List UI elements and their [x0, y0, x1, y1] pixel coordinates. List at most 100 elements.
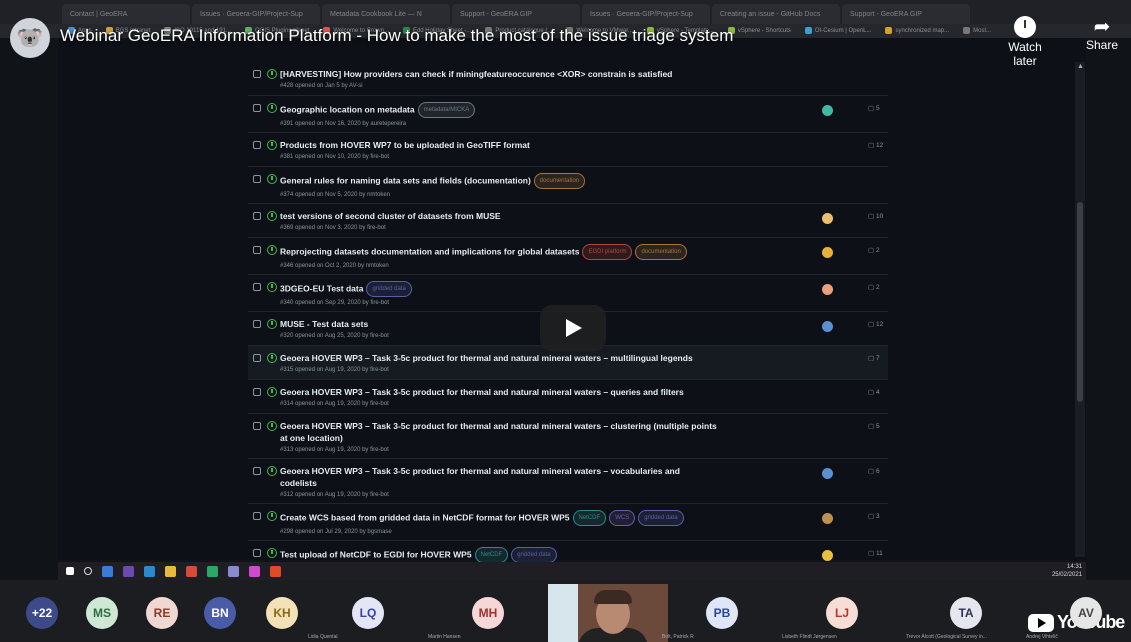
issue-label[interactable]: gridded data [511, 547, 557, 563]
browser-tab[interactable]: Support - GeoERA GIP [842, 4, 970, 24]
participant-avatar[interactable]: BN [204, 597, 236, 629]
channel-avatar[interactable]: 🐨 [10, 18, 50, 58]
issue-label[interactable]: NetCDF [572, 510, 607, 526]
issue-label[interactable]: documentation [635, 244, 687, 260]
issue-checkbox[interactable] [253, 549, 261, 557]
issue-checkbox[interactable] [253, 320, 261, 328]
issue-checkbox[interactable] [253, 104, 261, 112]
assignee-avatar[interactable] [822, 247, 833, 258]
issue-checkbox[interactable] [253, 212, 261, 220]
assignee-avatar[interactable] [822, 550, 833, 561]
issue-checkbox[interactable] [253, 388, 261, 396]
browser-tab[interactable]: Issues · Geoera-GIP/Project-Sup [582, 4, 710, 24]
issue-checkbox[interactable] [253, 141, 261, 149]
browser-tab[interactable]: Contact | GeoERA [62, 4, 190, 24]
participant-avatar[interactable]: +22 [26, 597, 58, 629]
participant-avatar[interactable]: MS [86, 597, 118, 629]
taskbar-app-icon[interactable] [270, 565, 281, 577]
folder-icon[interactable] [165, 565, 176, 577]
teams-icon[interactable] [123, 565, 134, 577]
taskbar-app-icon[interactable] [249, 565, 260, 577]
comment-count[interactable]: ▢ 5 [868, 104, 880, 112]
issue-title-link[interactable]: Create WCS based from gridded data in Ne… [280, 512, 570, 522]
issue-row[interactable]: Geoera HOVER WP3 – Task 3-5c product for… [248, 380, 888, 414]
browser-tab[interactable]: Metadata Cookbook Lite — N [322, 4, 450, 24]
participant-avatar[interactable]: KH [266, 597, 298, 629]
issue-title-link[interactable]: Test upload of NetCDF to EGDI for HOVER … [280, 549, 472, 559]
issue-row[interactable]: Geographic location on metadata metadata/… [248, 96, 888, 133]
issue-label[interactable]: documentation [533, 173, 586, 189]
participant-avatar[interactable]: LQ [352, 597, 384, 629]
mail-icon[interactable] [144, 565, 155, 577]
participant-avatar[interactable]: LJ [826, 597, 858, 629]
issue-label[interactable]: NetCDF [474, 547, 509, 563]
browser-tab[interactable]: Support - GeoERA GIP [452, 4, 580, 24]
issue-title-link[interactable]: Geographic location on metadata [280, 104, 415, 114]
bookmark-item[interactable]: vSphere - Shortcuts [727, 27, 791, 35]
issue-checkbox[interactable] [253, 467, 261, 475]
bookmark-item[interactable]: OI-Cesium | OpenL... [804, 27, 871, 35]
issue-row[interactable]: Geoera HOVER WP3 – Task 3-5c product for… [248, 414, 888, 459]
participant-avatar[interactable]: RE [146, 597, 178, 629]
issue-title-link[interactable]: test versions of second cluster of datas… [280, 211, 501, 221]
participant-avatar[interactable]: TA [950, 597, 982, 629]
comment-count[interactable]: ▢ 12 [868, 320, 883, 328]
comment-count[interactable]: ▢ 11 [868, 549, 883, 557]
comment-count[interactable]: ▢ 2 [868, 246, 880, 254]
issue-checkbox[interactable] [253, 512, 261, 520]
issue-title-link[interactable]: Geoera HOVER WP3 – Task 3-5c product for… [280, 387, 684, 397]
issue-row[interactable]: Products from HOVER WP7 to be uploaded i… [248, 133, 888, 167]
issue-row[interactable]: Create WCS based from gridded data in Ne… [248, 504, 888, 541]
comment-count[interactable]: ▢ 2 [868, 283, 880, 291]
issue-checkbox[interactable] [253, 354, 261, 362]
assignee-avatar[interactable] [822, 513, 833, 524]
issue-title-link[interactable]: Products from HOVER WP7 to be uploaded i… [280, 140, 530, 150]
issue-title-link[interactable]: Geoera HOVER WP3 – Task 3-5c product for… [280, 421, 717, 443]
assignee-avatar[interactable] [822, 321, 833, 332]
issue-title-link[interactable]: Geoera HOVER WP3 – Task 3-5c product for… [280, 466, 680, 488]
scrollbar-thumb[interactable] [1077, 202, 1083, 402]
whatsapp-icon[interactable] [207, 565, 218, 577]
video-title[interactable]: Webinar GeoERA Information Platform - Ho… [60, 26, 733, 46]
scroll-up-icon[interactable]: ▲ [1077, 63, 1084, 70]
issue-label[interactable]: gridded data [638, 510, 684, 526]
issue-title-link[interactable]: [HARVESTING] How providers can check if … [280, 69, 672, 79]
issue-title-link[interactable]: MUSE - Test data sets [280, 319, 368, 329]
issue-row[interactable]: [HARVESTING] How providers can check if … [248, 62, 888, 96]
bookmark-item[interactable]: synchronized map... [885, 27, 949, 35]
issue-checkbox[interactable] [253, 246, 261, 254]
issue-label[interactable]: gridded data [366, 281, 412, 297]
participant-avatar[interactable]: MH [472, 597, 504, 629]
comment-count[interactable]: ▢ 5 [868, 422, 880, 430]
participant-avatar[interactable]: AV [1070, 597, 1102, 629]
participant-avatar[interactable]: PB [706, 597, 738, 629]
comment-count[interactable]: ▢ 10 [868, 212, 883, 220]
issue-title-link[interactable]: Geoera HOVER WP3 – Task 3-5c product for… [280, 353, 693, 363]
issue-title-link[interactable]: General rules for naming data sets and f… [280, 175, 531, 185]
assignee-avatar[interactable] [822, 284, 833, 295]
comment-count[interactable]: ▢ 12 [868, 141, 883, 149]
issue-label[interactable]: WCS [609, 510, 636, 526]
assignee-avatar[interactable] [822, 468, 833, 479]
play-button[interactable] [540, 305, 606, 351]
issue-title-link[interactable]: 3DGEO-EU Test data [280, 283, 363, 293]
issue-row[interactable]: Geoera HOVER WP3 – Task 3-5c product for… [248, 459, 888, 504]
browser-tab[interactable]: Issues · Geoera-GIP/Project-Sup [192, 4, 320, 24]
chrome-icon[interactable] [186, 565, 197, 577]
watch-later-button[interactable]: Watch later [995, 16, 1055, 68]
comment-count[interactable]: ▢ 3 [868, 512, 880, 520]
assignee-avatar[interactable] [822, 213, 833, 224]
issue-row[interactable]: Reprojecting datasets documentation and … [248, 238, 888, 275]
taskbar-app-icon[interactable] [102, 565, 113, 577]
browser-tab[interactable]: Creating an issue - GitHub Docs [712, 4, 840, 24]
issue-label[interactable]: metadata/MICKA [417, 102, 476, 118]
taskbar-app-icon[interactable] [228, 565, 239, 577]
issue-checkbox[interactable] [253, 175, 261, 183]
comment-count[interactable]: ▢ 7 [868, 354, 880, 362]
page-scrollbar[interactable] [1075, 62, 1085, 557]
issue-row[interactable]: test versions of second cluster of datas… [248, 204, 888, 238]
comment-count[interactable]: ▢ 6 [868, 467, 880, 475]
search-icon[interactable] [84, 567, 92, 575]
issue-checkbox[interactable] [253, 70, 261, 78]
assignee-avatar[interactable] [822, 105, 833, 116]
